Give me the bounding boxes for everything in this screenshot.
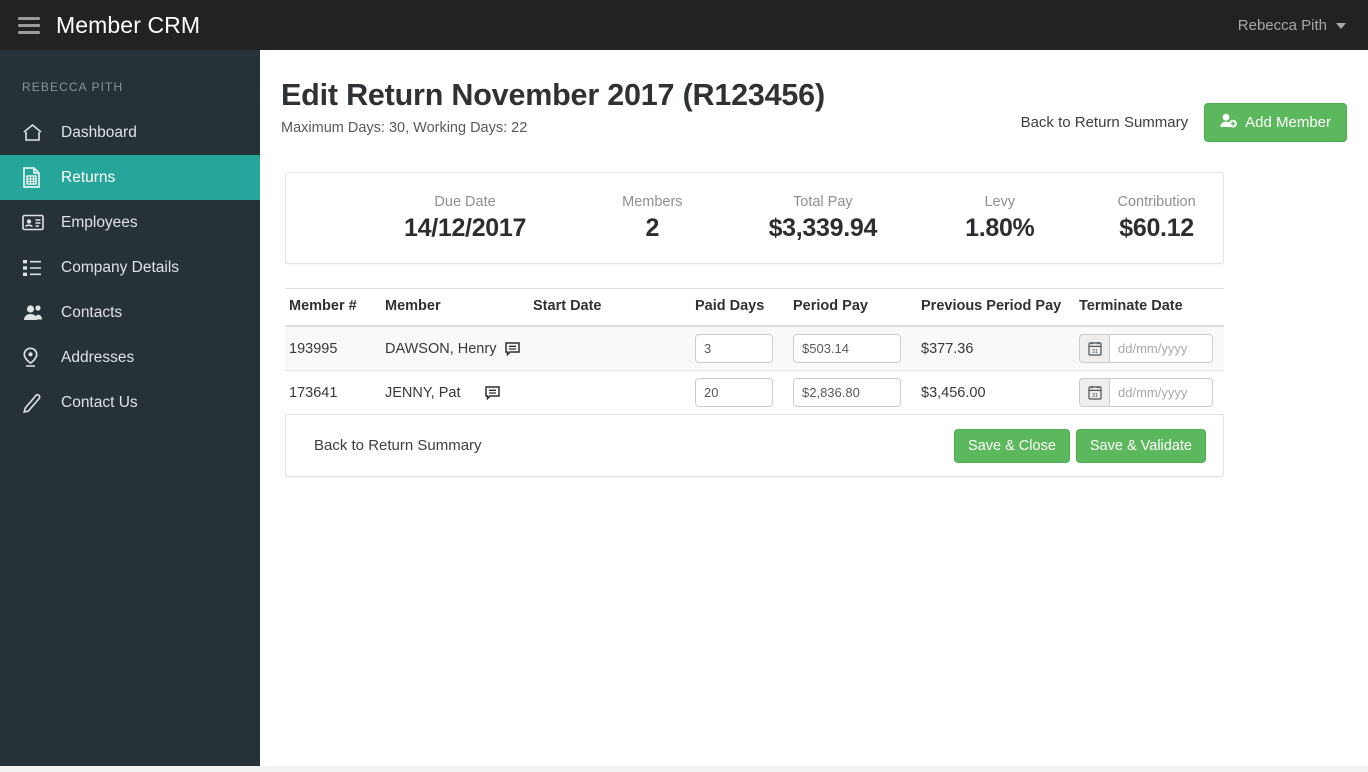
paid-days-input[interactable] <box>695 334 773 364</box>
user-menu-label: Rebecca Pith <box>1237 16 1327 34</box>
cell-member: DAWSON, Henry <box>385 326 533 372</box>
cell-period-pay <box>793 326 921 372</box>
return-summary-stats: Due Date 14/12/2017 Members 2 Total Pay … <box>285 172 1224 265</box>
cell-member-number: 173641 <box>285 370 385 416</box>
cell-start-date <box>533 326 695 372</box>
member-name: DAWSON, Henry <box>385 340 497 357</box>
back-to-return-summary-link-top[interactable]: Back to Return Summary <box>1021 114 1189 131</box>
home-icon <box>22 122 48 144</box>
stat-value: $60.12 <box>1119 213 1194 242</box>
sidebar-item-contacts[interactable]: Contacts <box>0 290 260 335</box>
sidebar-item-label: Employees <box>61 213 138 231</box>
table-body: 193995 DAWSON, Henry 3 $503.14 $377.36 3… <box>285 326 1224 416</box>
stat-value: 14/12/2017 <box>404 213 527 242</box>
stat-label: Levy <box>984 193 1016 210</box>
sidebar-item-label: Dashboard <box>61 123 137 141</box>
main-content: Edit Return November 2017 (R123456) Maxi… <box>260 50 1368 766</box>
period-pay-input[interactable] <box>793 378 901 408</box>
stat-value: 1.80% <box>965 213 1035 242</box>
sidebar-item-dashboard[interactable]: Dashboard <box>0 110 260 155</box>
save-and-validate-button[interactable]: Save & Validate <box>1075 428 1206 463</box>
user-menu[interactable]: Rebecca Pith <box>1238 17 1346 34</box>
cell-paid-days <box>695 370 793 416</box>
column-header-member-number: Member # <box>285 288 385 328</box>
save-and-close-button[interactable]: Save & Close <box>954 428 1070 463</box>
calendar-icon[interactable]: 31 <box>1079 378 1109 408</box>
cell-previous-period-pay: $3,456.00 <box>921 370 1079 416</box>
comment-icon[interactable] <box>505 341 521 356</box>
paid-days-input[interactable] <box>695 378 773 408</box>
contacts-icon <box>22 302 48 324</box>
stat-label: Members <box>622 193 683 210</box>
column-header-terminate-date: Terminate Date <box>1079 288 1224 328</box>
sidebar-item-returns[interactable]: Returns <box>0 155 260 200</box>
members-table-container: Member # Member Start Date Paid Days Per… <box>285 288 1224 416</box>
cell-paid-days <box>695 326 793 372</box>
table-row: 193995 DAWSON, Henry 3 $503.14 $377.36 3… <box>285 326 1224 372</box>
stat-label: Total Pay <box>793 193 853 210</box>
add-member-button[interactable]: Add Member <box>1204 103 1347 142</box>
add-member-label: Add Member <box>1245 114 1331 131</box>
sidebar-item-label: Contacts <box>61 303 123 321</box>
stat-total-pay: Total Pay $3,339.94 <box>769 194 878 243</box>
stat-contribution: Contribution $60.12 <box>1117 194 1195 243</box>
calendar-icon[interactable]: 31 <box>1079 334 1109 364</box>
back-to-return-summary-link-bottom[interactable]: Back to Return Summary <box>314 437 482 454</box>
svg-text:31: 31 <box>1092 349 1098 355</box>
table-head: Member # Member Start Date Paid Days Per… <box>285 288 1224 328</box>
cell-member-number: 193995 <box>285 326 385 372</box>
column-header-period-pay: Period Pay <box>793 288 921 328</box>
sidebar: REBECCA PITH Dashboard Returns Employees… <box>0 50 260 766</box>
page-header: Edit Return November 2017 (R123456) Maxi… <box>260 50 1368 142</box>
table-row: 173641 JENNY, Pat 20 $2,836.80 $3,456.00… <box>285 370 1224 416</box>
cell-terminate-date: 31 <box>1079 370 1224 416</box>
header-actions: Back to Return Summary Add Member <box>1021 103 1347 142</box>
column-header-paid-days: Paid Days <box>695 288 793 328</box>
stat-value: 2 <box>645 213 660 242</box>
members-table: Member # Member Start Date Paid Days Per… <box>285 288 1224 416</box>
map-pin-icon <box>22 347 48 369</box>
sidebar-item-contact-us[interactable]: Contact Us <box>0 380 260 425</box>
sidebar-heading: REBECCA PITH <box>22 80 124 94</box>
app-brand-title: Member CRM <box>56 11 201 38</box>
top-navbar: Member CRM Rebecca Pith <box>0 0 1368 50</box>
sidebar-item-label: Addresses <box>61 348 135 366</box>
terminate-date-input[interactable] <box>1109 334 1213 364</box>
cell-period-pay <box>793 370 921 416</box>
column-header-start-date: Start Date <box>533 288 695 328</box>
report-icon <box>22 167 48 189</box>
stat-label: Due Date <box>434 193 496 210</box>
stat-members: Members 2 <box>622 194 682 243</box>
cell-previous-period-pay: $377.36 <box>921 326 1079 372</box>
sidebar-item-label: Contact Us <box>61 393 138 411</box>
stat-label: Contribution <box>1117 193 1196 210</box>
pencil-icon <box>22 392 48 414</box>
table-header-row: Member # Member Start Date Paid Days Per… <box>285 288 1224 328</box>
chevron-down-icon <box>1336 23 1346 29</box>
member-name: JENNY, Pat <box>385 384 461 401</box>
cell-terminate-date: 31 <box>1079 326 1224 372</box>
sidebar-item-addresses[interactable]: Addresses <box>0 335 260 380</box>
period-pay-input[interactable] <box>793 334 901 364</box>
sidebar-item-company-details[interactable]: Company Details <box>0 245 260 290</box>
comment-icon[interactable] <box>484 385 500 400</box>
cell-start-date <box>533 370 695 416</box>
user-plus-icon <box>1220 113 1238 132</box>
id-card-icon <box>22 212 48 234</box>
stat-value: $3,339.94 <box>768 213 878 242</box>
stat-due-date: Due Date 14/12/2017 <box>404 194 526 243</box>
terminate-date-input[interactable] <box>1109 378 1213 408</box>
column-header-previous-period-pay: Previous Period Pay <box>921 288 1079 328</box>
hamburger-icon[interactable] <box>18 16 40 34</box>
cell-member: JENNY, Pat <box>385 370 533 416</box>
stat-levy: Levy 1.80% <box>965 193 1035 243</box>
column-header-member: Member <box>385 288 533 328</box>
table-footer-actions: Back to Return Summary Save & Close Save… <box>285 415 1224 478</box>
sidebar-item-label: Company Details <box>61 258 180 276</box>
sidebar-item-label: Returns <box>61 168 116 186</box>
page-bottom-edge <box>0 766 1368 772</box>
sidebar-item-employees[interactable]: Employees <box>0 200 260 245</box>
svg-text:31: 31 <box>1092 393 1098 399</box>
list-icon <box>22 257 48 279</box>
